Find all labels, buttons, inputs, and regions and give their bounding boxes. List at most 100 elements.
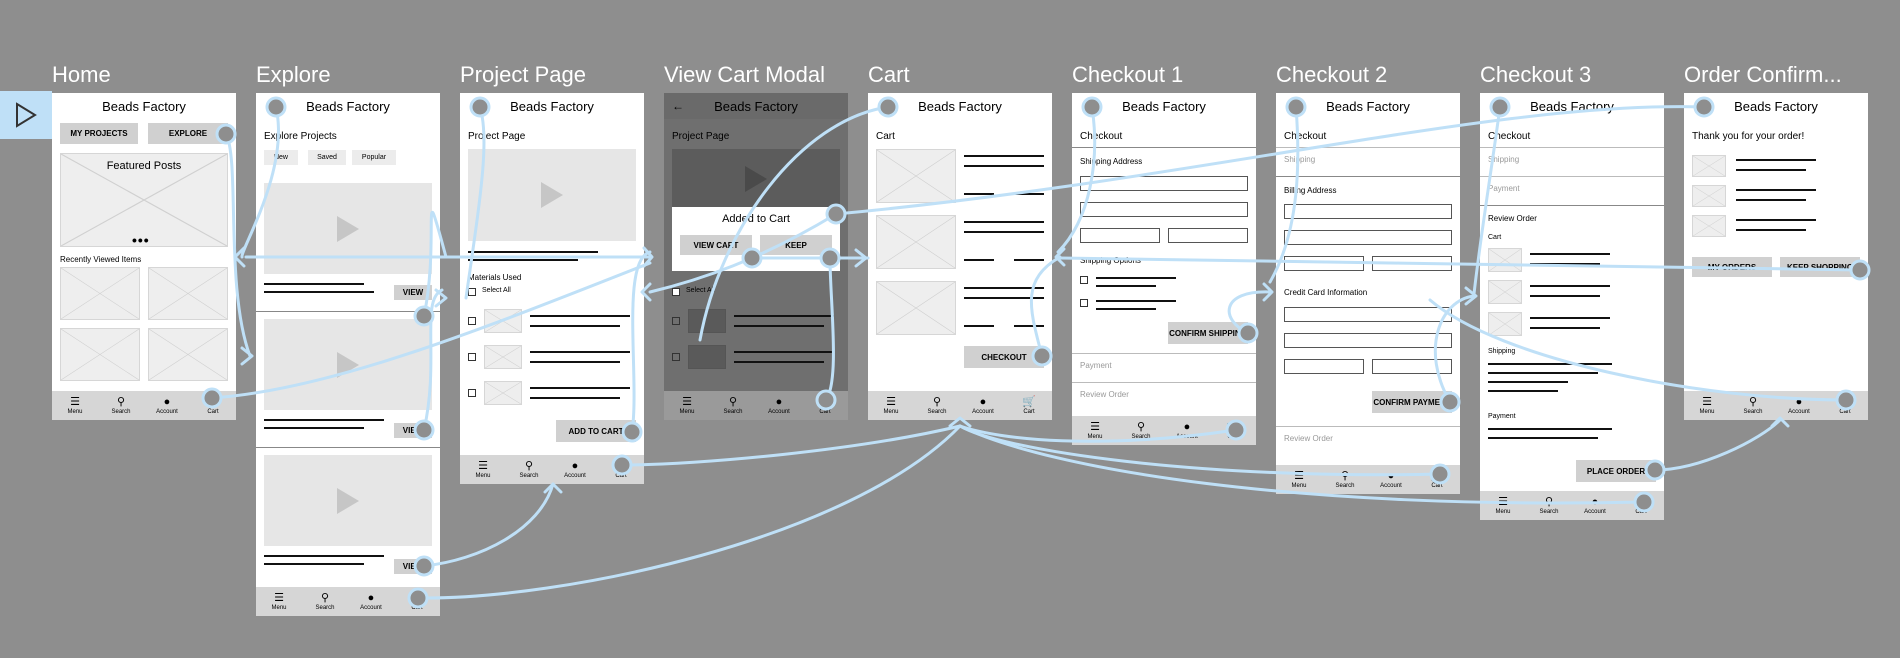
tab-new[interactable]: New bbox=[264, 150, 298, 165]
city-input[interactable] bbox=[1080, 228, 1160, 243]
nav-menu[interactable]: ☰ Menu bbox=[1076, 421, 1114, 440]
select-all-checkbox[interactable] bbox=[468, 288, 476, 296]
nav-account[interactable]: ● Account bbox=[352, 592, 390, 611]
material-checkbox[interactable] bbox=[468, 389, 476, 397]
nav-menu[interactable]: ☰ Menu bbox=[1484, 496, 1522, 515]
search-icon: ⚲ bbox=[116, 395, 126, 408]
payment-section[interactable]: Payment bbox=[1072, 353, 1256, 377]
confirm-shipping-button[interactable]: CONFIRM SHIPPING bbox=[1168, 322, 1248, 344]
view-cart-button[interactable]: VIEW CART bbox=[680, 235, 752, 255]
address-line-1-input[interactable] bbox=[1080, 176, 1248, 191]
nav-cart[interactable]: 🛒 Cart bbox=[806, 396, 844, 415]
divider bbox=[1480, 205, 1664, 206]
checkout-button[interactable]: CHECKOUT bbox=[964, 346, 1044, 368]
cart-icon: 🛒 bbox=[206, 395, 220, 408]
nav-cart[interactable]: 🛒 Cart bbox=[194, 395, 232, 415]
frame-title-cart: Cart bbox=[868, 62, 910, 87]
shipping-section[interactable]: Shipping bbox=[1276, 147, 1460, 171]
cart-icon: 🛒 bbox=[1634, 495, 1648, 508]
nav-account[interactable]: ● Account bbox=[556, 460, 594, 479]
nav-menu[interactable]: ☰ Menu bbox=[1688, 396, 1726, 415]
review-order-section[interactable]: Review Order bbox=[1276, 426, 1460, 450]
text-line bbox=[530, 315, 630, 317]
keep-shopping-button[interactable]: KEEP bbox=[760, 235, 832, 255]
card-cvv-input[interactable] bbox=[1372, 359, 1452, 374]
nav-account[interactable]: ● Account bbox=[964, 395, 1002, 415]
my-orders-button[interactable]: MY ORDERS bbox=[1692, 257, 1772, 277]
keep-shopping-button[interactable]: KEEP SHOPPING bbox=[1780, 257, 1860, 277]
tab-saved[interactable]: Saved bbox=[308, 150, 346, 165]
account-icon: ● bbox=[979, 395, 987, 408]
nav-search[interactable]: ⚲ Search bbox=[306, 592, 344, 611]
app-title: Beads Factory bbox=[1326, 98, 1410, 114]
view-button[interactable]: VIEW bbox=[394, 423, 432, 438]
project-video bbox=[672, 149, 840, 209]
billing-line-1-input[interactable] bbox=[1284, 204, 1452, 219]
nav-search[interactable]: ⚲ Search bbox=[1326, 470, 1364, 489]
my-projects-button[interactable]: MY PROJECTS bbox=[60, 123, 138, 144]
back-arrow-icon[interactable]: ← bbox=[672, 99, 684, 113]
nav-cart[interactable]: 🛒 Cart bbox=[1622, 495, 1660, 515]
add-to-cart-button[interactable]: ADD TO CART bbox=[556, 420, 636, 442]
nav-search[interactable]: ⚲ Search bbox=[1122, 421, 1160, 440]
shipping-option-checkbox[interactable] bbox=[1080, 276, 1088, 284]
project-video[interactable] bbox=[264, 183, 432, 274]
shipping-option-checkbox[interactable] bbox=[1080, 299, 1088, 307]
nav-account[interactable]: ● Account bbox=[1168, 421, 1206, 440]
address-line-2-input[interactable] bbox=[1080, 202, 1248, 217]
nav-menu[interactable]: ☰ Menu bbox=[668, 396, 706, 415]
present-button[interactable] bbox=[0, 91, 52, 139]
project-video[interactable] bbox=[264, 455, 432, 546]
nav-cart[interactable]: 🛒 Cart bbox=[1826, 396, 1864, 415]
recent-item-image[interactable] bbox=[60, 328, 140, 381]
billing-city-input[interactable] bbox=[1284, 256, 1364, 271]
text-line bbox=[964, 287, 1044, 289]
recent-item-image[interactable] bbox=[148, 328, 228, 381]
zip-input[interactable] bbox=[1168, 228, 1248, 243]
view-button[interactable]: VIEW bbox=[394, 559, 432, 574]
nav-cart[interactable]: 🛒 Cart bbox=[1214, 421, 1252, 440]
project-video[interactable] bbox=[264, 319, 432, 410]
nav-search[interactable]: ⚲ Search bbox=[918, 396, 956, 415]
nav-search[interactable]: ⚲ Search bbox=[510, 460, 548, 479]
payment-section[interactable]: Payment bbox=[1480, 176, 1664, 200]
card-name-input[interactable] bbox=[1284, 333, 1452, 348]
nav-cart[interactable]: 🛒 Cart bbox=[1010, 396, 1048, 415]
billing-line-2-input[interactable] bbox=[1284, 230, 1452, 245]
nav-menu[interactable]: ☰ Menu bbox=[56, 396, 94, 415]
material-checkbox[interactable] bbox=[468, 317, 476, 325]
tab-popular[interactable]: Popular bbox=[352, 150, 396, 165]
bottom-nav: ☰ Menu ⚲ Search ● Account 🛒 Cart bbox=[460, 455, 644, 484]
nav-menu[interactable]: ☰ Menu bbox=[872, 396, 910, 415]
nav-menu[interactable]: ☰ Menu bbox=[260, 592, 298, 611]
nav-account[interactable]: ● Account bbox=[1780, 396, 1818, 415]
nav-menu[interactable]: ☰ Menu bbox=[464, 460, 502, 479]
payment-summary-label: Payment bbox=[1488, 413, 1516, 420]
nav-search[interactable]: ⚲ Search bbox=[1734, 396, 1772, 415]
shipping-section[interactable]: Shipping bbox=[1480, 147, 1664, 171]
nav-account[interactable]: ● Account bbox=[1372, 470, 1410, 489]
material-checkbox[interactable] bbox=[468, 353, 476, 361]
nav-account[interactable]: ● Account bbox=[1576, 496, 1614, 515]
place-order-button[interactable]: PLACE ORDER bbox=[1576, 460, 1656, 482]
explore-button[interactable]: EXPLORE bbox=[148, 123, 228, 144]
nav-search[interactable]: ⚲ Search bbox=[1530, 496, 1568, 515]
view-button[interactable]: VIEW bbox=[394, 285, 432, 300]
nav-account[interactable]: ● Account bbox=[148, 396, 186, 415]
recent-item-image[interactable] bbox=[60, 267, 140, 320]
review-order-section[interactable]: Review Order bbox=[1072, 382, 1256, 406]
card-expiry-input[interactable] bbox=[1284, 359, 1364, 374]
recent-item-image[interactable] bbox=[148, 267, 228, 320]
billing-zip-input[interactable] bbox=[1372, 256, 1452, 271]
nav-cart[interactable]: 🛒 Cart bbox=[398, 592, 436, 611]
nav-menu[interactable]: ☰ Menu bbox=[1280, 470, 1318, 489]
nav-cart[interactable]: 🛒 Cart bbox=[602, 460, 640, 479]
carousel-dots[interactable]: ••• bbox=[132, 232, 150, 248]
project-video[interactable] bbox=[468, 149, 636, 241]
confirm-payment-button[interactable]: CONFIRM PAYMENT bbox=[1372, 391, 1452, 413]
nav-account[interactable]: ● Account bbox=[760, 396, 798, 415]
card-number-input[interactable] bbox=[1284, 307, 1452, 322]
nav-search[interactable]: ⚲ Search bbox=[102, 395, 140, 415]
nav-cart[interactable]: 🛒 Cart bbox=[1418, 470, 1456, 489]
nav-search[interactable]: ⚲ Search bbox=[714, 396, 752, 415]
